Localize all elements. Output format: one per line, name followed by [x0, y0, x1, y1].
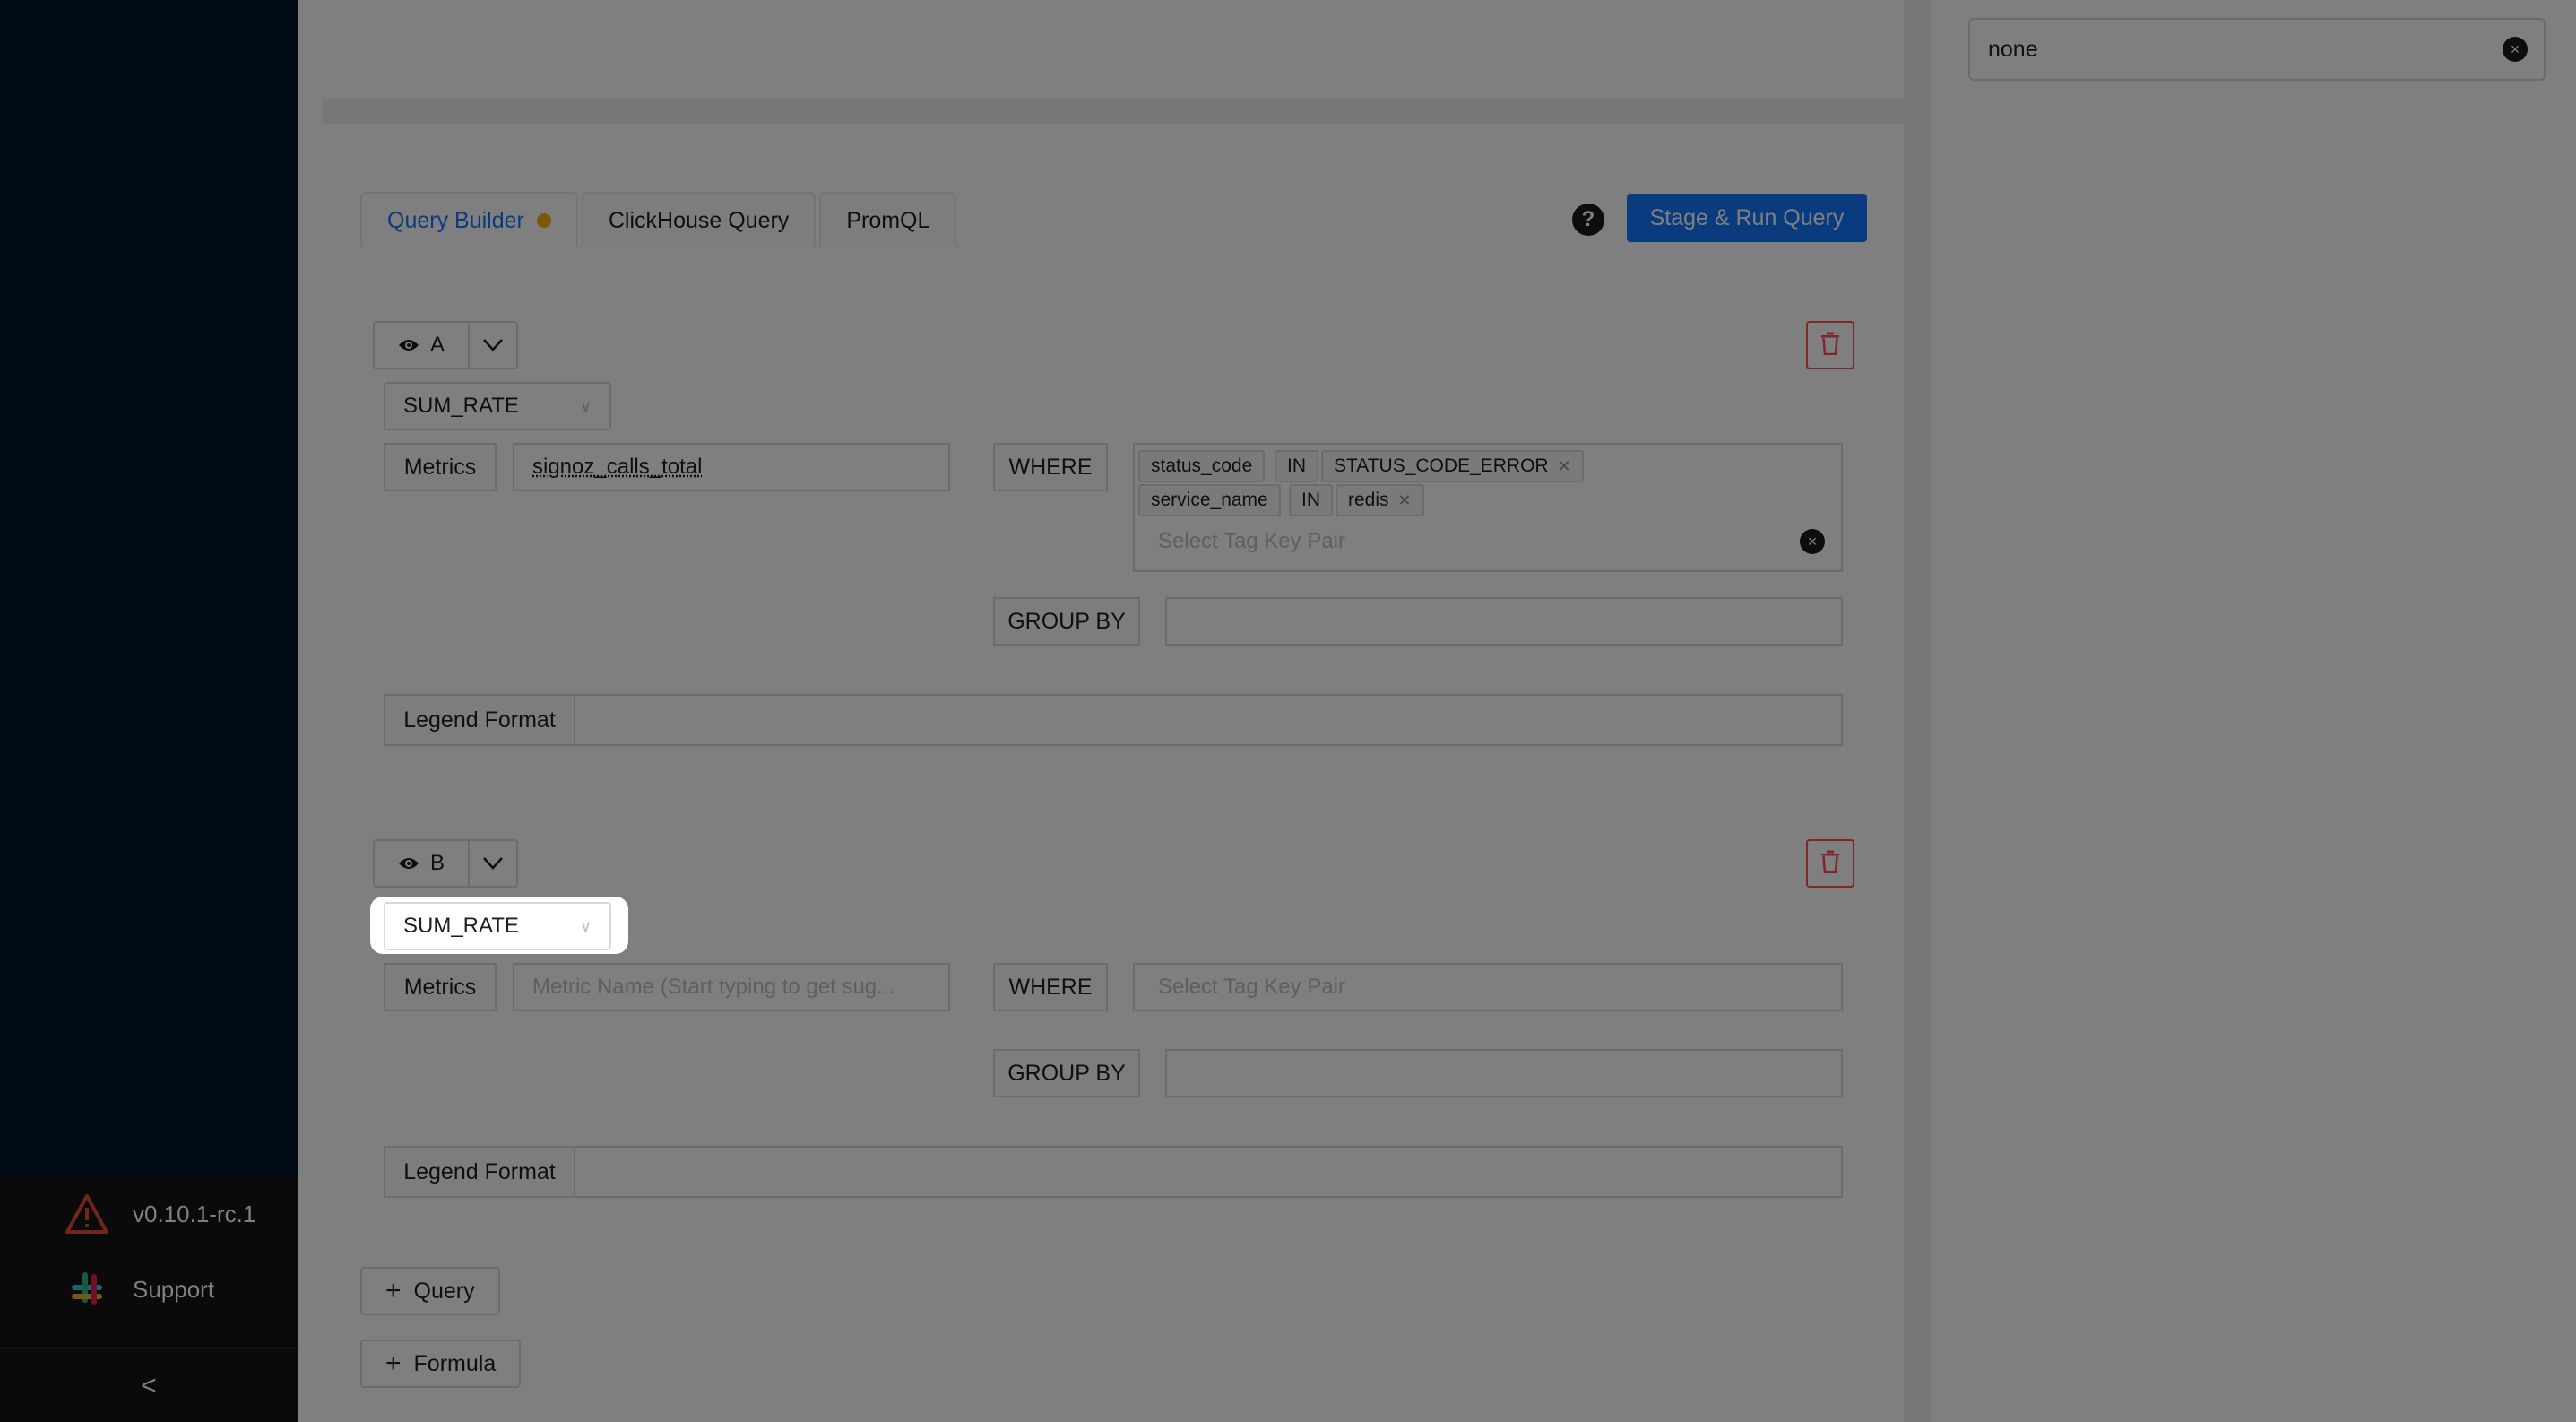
tag-value-chip[interactable]: STATUS_CODE_ERROR ✕ — [1321, 450, 1584, 482]
tag-key: service_name — [1138, 484, 1281, 516]
query-a-aggregation-select[interactable]: SUM_RATE ∨ — [384, 382, 611, 430]
query-b-metric-input[interactable]: Metric Name (Start typing to get sug... — [513, 963, 950, 1011]
chevron-down-icon: ∨ — [579, 916, 592, 935]
query-a-delete-button[interactable] — [1806, 321, 1854, 369]
close-icon[interactable]: ✕ — [1398, 491, 1412, 510]
clear-icon[interactable]: × — [2503, 37, 2528, 62]
aggregation-value: SUM_RATE — [403, 394, 519, 418]
query-b-delete-button[interactable] — [1806, 839, 1854, 888]
group-by-label: GROUP BY — [993, 1049, 1140, 1097]
support-label: Support — [133, 1275, 215, 1303]
query-name: B — [429, 851, 445, 875]
where-label: WHERE — [993, 963, 1108, 1011]
query-a-group-by-input[interactable] — [1165, 597, 1843, 646]
metrics-label: Metrics — [384, 443, 497, 491]
unsaved-dot-icon — [536, 213, 551, 228]
query-a-collapse-button[interactable] — [468, 321, 518, 369]
help-icon[interactable]: ? — [1572, 204, 1604, 236]
chevron-left-icon: < — [141, 1370, 157, 1400]
query-b-aggregation-select[interactable]: SUM_RATE ∨ — [384, 902, 611, 950]
tab-query-builder[interactable]: Query Builder — [360, 192, 578, 247]
tab-promql[interactable]: PromQL — [819, 192, 957, 247]
add-formula-button[interactable]: + Formula — [360, 1340, 522, 1388]
unit-select-value: none — [1988, 36, 2038, 62]
metric-value: signoz_calls_total — [532, 455, 703, 479]
tag-operator: IN — [1289, 484, 1333, 516]
unit-select[interactable]: none × — [1968, 18, 2546, 81]
query-a-tag-filter[interactable]: status_code IN STATUS_CODE_ERROR ✕ servi… — [1133, 443, 1843, 572]
query-b-legend-row: Legend Format — [384, 1146, 1843, 1198]
trash-icon — [1820, 332, 1840, 360]
query-b-tag-filter[interactable]: Select Tag Key Pair — [1133, 963, 1843, 1011]
trash-icon — [1820, 850, 1840, 878]
chevron-down-icon — [483, 333, 503, 358]
query-b-toggle[interactable]: B — [373, 839, 470, 888]
version-label: v0.10.1-rc.1 — [133, 1200, 256, 1227]
tag-value: redis — [1348, 490, 1389, 510]
tag-placeholder: Select Tag Key Pair — [1158, 975, 1346, 999]
right-settings-panel — [1931, 0, 2576, 1422]
eye-icon — [398, 856, 419, 871]
query-a-legend-input[interactable] — [575, 694, 1843, 746]
eye-icon — [398, 338, 419, 352]
chevron-down-icon: ∨ — [579, 396, 592, 415]
query-type-tabs: Query Builder ClickHouse Query PromQL — [360, 192, 961, 247]
query-a-toggle[interactable]: A — [373, 321, 470, 369]
query-b-legend-input[interactable] — [575, 1146, 1843, 1198]
tag-value-chip[interactable]: redis ✕ — [1336, 484, 1424, 516]
clear-icon[interactable]: × — [1800, 529, 1825, 554]
sidebar-item-support[interactable]: Support — [0, 1252, 298, 1327]
metrics-label: Metrics — [384, 963, 497, 1011]
group-by-label: GROUP BY — [993, 597, 1140, 646]
query-b-group-by-input[interactable] — [1165, 1049, 1843, 1097]
sidebar-item-version[interactable]: v0.10.1-rc.1 — [0, 1176, 298, 1252]
panel-preview — [323, 0, 1904, 124]
query-b-collapse-button[interactable] — [468, 839, 518, 888]
query-a-legend-row: Legend Format — [384, 694, 1843, 746]
panel-divider — [1904, 0, 1931, 1422]
where-label: WHERE — [993, 443, 1108, 491]
sidebar-collapse-button[interactable]: < — [0, 1348, 298, 1422]
metric-placeholder: Metric Name (Start typing to get sug... — [532, 975, 895, 999]
tab-label: PromQL — [846, 207, 930, 233]
plus-icon: + — [385, 1276, 402, 1305]
tag-placeholder: Select Tag Key Pair — [1158, 529, 1346, 553]
tag-value: STATUS_CODE_ERROR — [1334, 455, 1549, 476]
add-query-button[interactable]: + Query — [360, 1267, 500, 1315]
legend-format-label: Legend Format — [384, 694, 575, 746]
query-name: A — [429, 333, 445, 357]
slack-icon — [63, 1265, 111, 1314]
add-query-label: Query — [413, 1278, 475, 1304]
query-a-metric-input[interactable]: signoz_calls_total — [513, 443, 950, 491]
aggregation-value: SUM_RATE — [403, 914, 519, 938]
warning-icon — [63, 1190, 111, 1238]
tab-clickhouse-query[interactable]: ClickHouse Query — [581, 192, 817, 247]
legend-format-label: Legend Format — [384, 1146, 575, 1198]
tag-operator: IN — [1275, 450, 1318, 482]
close-icon[interactable]: ✕ — [1558, 457, 1571, 476]
chevron-down-icon — [483, 851, 503, 876]
stage-run-query-button[interactable]: Stage & Run Query — [1627, 194, 1867, 242]
tab-label: ClickHouse Query — [608, 207, 790, 233]
tag-key: status_code — [1138, 450, 1266, 482]
tab-label: Query Builder — [387, 207, 524, 233]
plus-icon: + — [385, 1348, 402, 1378]
add-formula-label: Formula — [413, 1350, 497, 1376]
